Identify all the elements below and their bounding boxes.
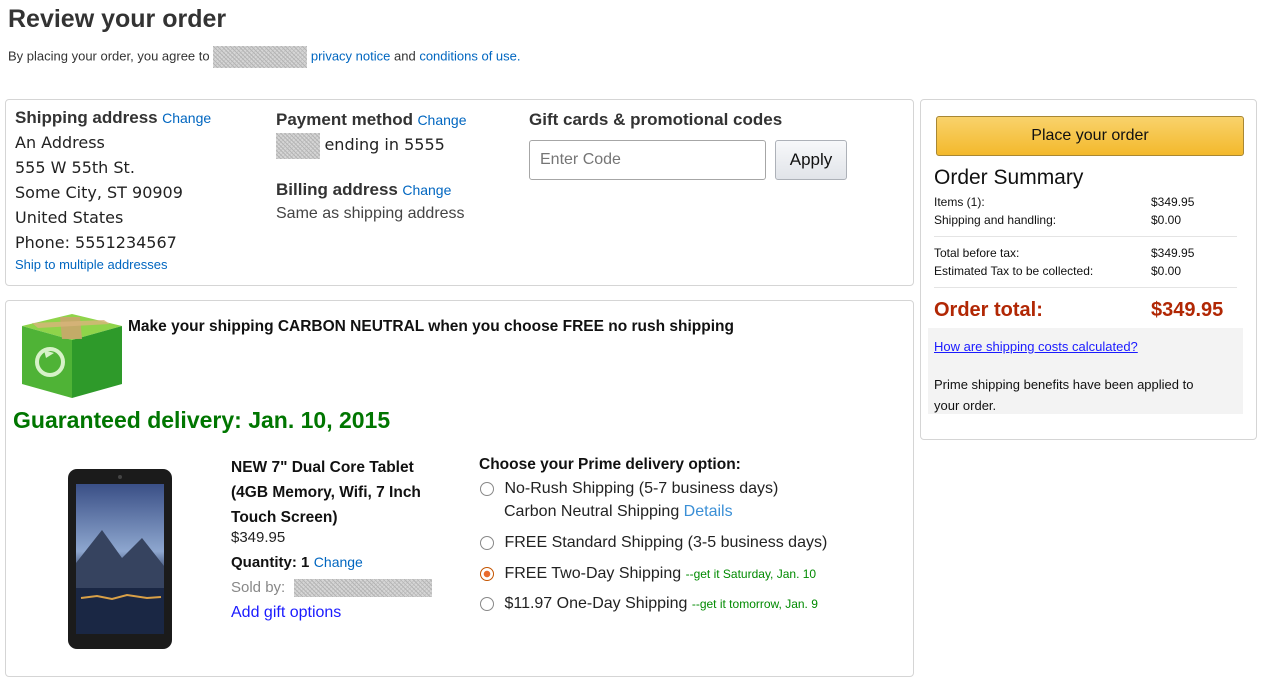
estimated-tax-label: Estimated Tax to be collected: [934,264,1094,278]
delivery-option-standard[interactable]: FREE Standard Shipping (3-5 business day… [480,533,827,552]
privacy-notice-link[interactable]: privacy notice [311,48,390,63]
shipping-address-block: An Address 555 W 55th St. Some City, ST … [15,130,183,255]
card-ending-text: ending in 5555 [324,135,445,154]
payment-method-title: Payment method [276,110,413,129]
shipping-address-header: Shipping address Change [15,108,211,128]
no-rush-label: No-Rush Shipping (5-7 business days) [504,480,779,497]
details-link[interactable]: Details [684,503,733,520]
apply-button[interactable]: Apply [775,140,847,180]
estimated-tax-value: $0.00 [1151,264,1182,278]
billing-address-value: Same as shipping address [276,205,465,222]
shipping-handling-value: $0.00 [1151,213,1182,227]
address-phone: Phone: 5551234567 [15,233,177,252]
total-before-tax-label: Total before tax: [934,246,1020,260]
place-order-button[interactable]: Place your order [936,116,1244,156]
prime-note-line-1: Prime shipping benefits have been applie… [934,377,1194,392]
address-country: United States [15,208,124,227]
address-name: An Address [15,133,105,152]
delivery-option-no-rush[interactable]: No-Rush Shipping (5-7 business days) [480,479,778,498]
billing-change-link[interactable]: Change [402,182,451,198]
shipping-costs-link[interactable]: How are shipping costs calculated? [934,339,1138,354]
two-day-note: --get it Saturday, Jan. 10 [685,567,817,581]
ship-to-multiple-link[interactable]: Ship to multiple addresses [15,257,167,272]
order-summary-title: Order Summary [934,166,1084,189]
standard-label: FREE Standard Shipping (3-5 business day… [504,534,828,551]
product-price: $349.95 [231,529,286,546]
product-title-line-2: (4GB Memory, Wifi, 7 Inch [231,484,421,501]
tablet-product-image [68,469,172,649]
product-title-line-3: Touch Screen) [231,509,338,526]
carbon-neutral-message: Make your shipping CARBON NEUTRAL when y… [128,318,734,335]
address-street: 555 W 55th St. [15,158,135,177]
radio-one-day[interactable] [480,597,494,611]
redacted-store-name [213,46,308,68]
conditions-of-use-link[interactable]: conditions of use. [419,48,520,63]
carbon-neutral-row: Carbon Neutral Shipping Details [504,503,733,521]
radio-no-rush[interactable] [480,482,494,496]
one-day-label: $11.97 One-Day Shipping [504,595,688,612]
radio-two-day[interactable] [480,567,494,581]
agreement-prefix: By placing your order, you agree to [8,48,210,64]
add-gift-options-link[interactable]: Add gift options [231,604,341,622]
redacted-card-type [276,132,320,159]
delivery-option-two-day[interactable]: FREE Two-Day Shipping --get it Saturday,… [480,564,816,583]
prime-benefits-note: Prime shipping benefits have been applie… [934,374,1193,416]
prime-note-line-2: your order. [934,398,997,413]
two-day-label: FREE Two-Day Shipping [504,565,682,582]
radio-standard[interactable] [480,536,494,550]
one-day-note: --get it tomorrow, Jan. 9 [691,597,818,611]
carbon-neutral-shipping-text: Carbon Neutral Shipping [504,503,680,520]
items-label: Items (1): [934,195,985,209]
summary-divider-1 [934,236,1237,237]
gift-cards-title: Gift cards & promotional codes [529,110,783,129]
product-title-line-1: NEW 7" Dual Core Tablet [231,459,414,476]
agreement-text: By placing your order, you agree to priv… [8,46,521,68]
guaranteed-delivery-date: Guaranteed delivery: Jan. 10, 2015 [13,407,391,433]
quantity-row: Quantity: 1 Change [231,554,363,572]
delivery-options-title: Choose your Prime delivery option: [479,456,741,473]
summary-divider-2 [934,287,1237,288]
payment-card: ending in 5555 [276,132,445,159]
shipping-address-title: Shipping address [15,108,158,127]
product-title: NEW 7" Dual Core Tablet (4GB Memory, Wif… [231,455,421,530]
billing-address-header: Billing address Change [276,180,451,200]
sold-by-label: Sold by: [231,579,286,597]
address-city: Some City, ST 90909 [15,183,183,202]
carbon-neutral-box-icon [22,314,122,398]
shipping-handling-label: Shipping and handling: [934,213,1057,227]
payment-method-header: Payment method Change [276,110,466,130]
sold-by-row: Sold by: [231,579,432,597]
shipping-change-link[interactable]: Change [162,110,211,126]
payment-change-link[interactable]: Change [417,112,466,128]
quantity-label: Quantity: 1 [231,554,310,571]
billing-address-title: Billing address [276,180,398,199]
order-total-label: Order total: [934,299,1043,321]
redacted-seller-name [293,579,432,597]
items-value: $349.95 [1151,195,1195,209]
order-total-value: $349.95 [1151,299,1224,321]
page-title: Review your order [8,5,227,33]
quantity-change-link[interactable]: Change [314,554,363,570]
and-text: and [393,48,416,64]
total-before-tax-value: $349.95 [1151,246,1195,260]
promo-code-input[interactable] [529,140,766,180]
delivery-option-one-day[interactable]: $11.97 One-Day Shipping --get it tomorro… [480,594,818,613]
